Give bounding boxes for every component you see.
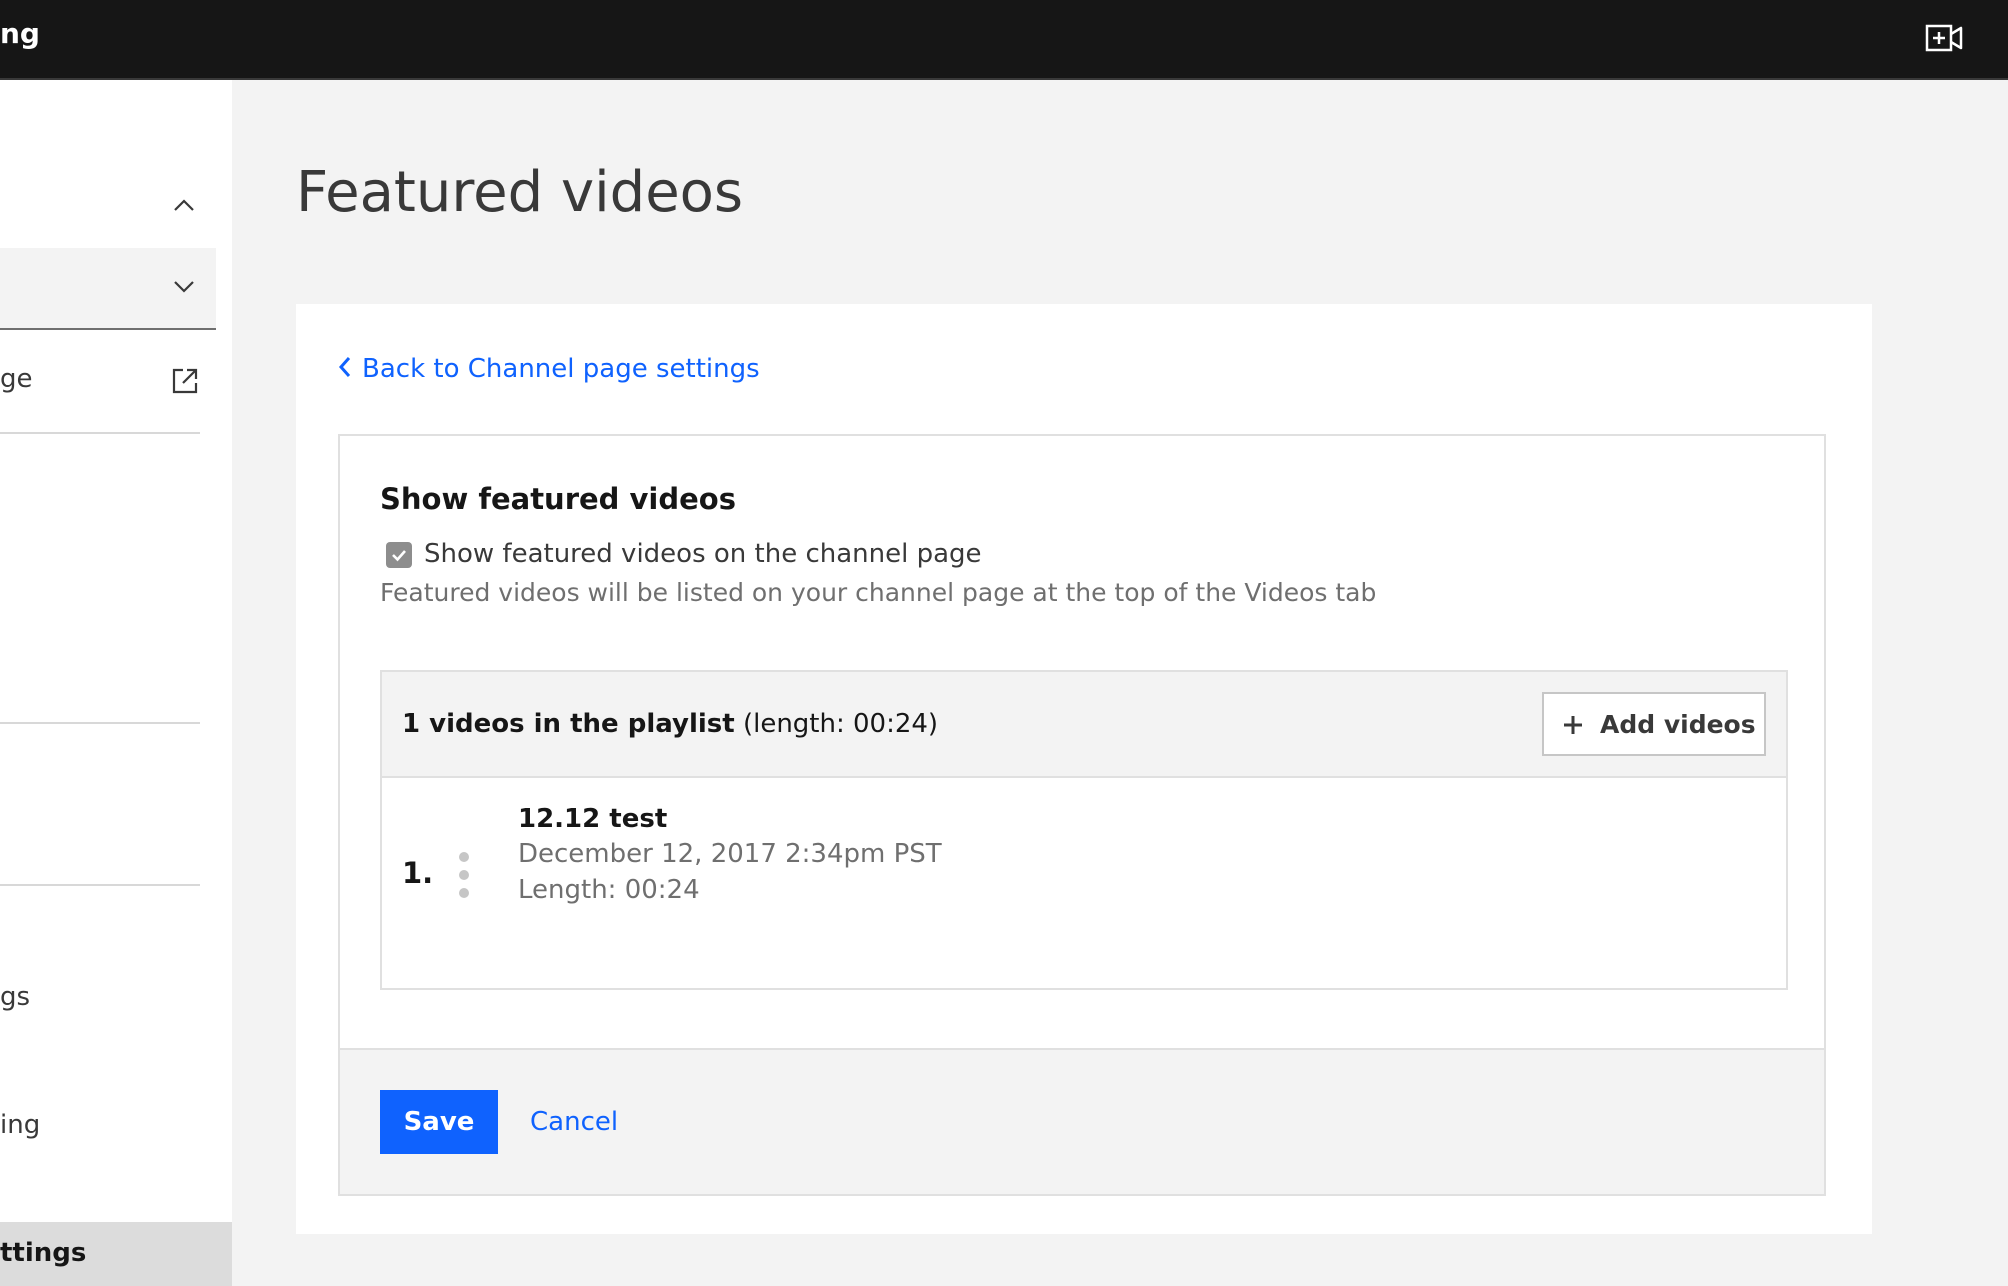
video-date: December 12, 2017 2:34pm PST (518, 839, 942, 869)
add-videos-button[interactable]: Add videos (1542, 692, 1766, 756)
panel-footer: Save Cancel (340, 1048, 1824, 1194)
app-title: ng (0, 17, 40, 50)
back-link[interactable]: Back to Channel page settings (336, 352, 760, 386)
video-add-icon[interactable] (1924, 18, 1964, 58)
playlist-length: (length: 00:24) (742, 709, 939, 739)
checkbox-label[interactable]: Show featured videos on the channel page (424, 536, 982, 572)
sidebar-item-channel-page[interactable]: ge (0, 362, 33, 396)
playlist-header: 1 videos in the playlist (length: 00:24)… (382, 672, 1786, 778)
playlist-summary: 1 videos in the playlist (length: 00:24) (402, 706, 938, 742)
sidebar-divider (0, 432, 200, 434)
sidebar-item-active-label: ttings (0, 1238, 87, 1268)
video-title: 12.12 test (518, 804, 668, 834)
video-length: Length: 00:24 (518, 875, 700, 905)
sidebar-item-settings[interactable]: gs (0, 980, 30, 1014)
checkmark-icon (392, 550, 406, 562)
top-header-bar: ng (0, 0, 2008, 80)
list-item[interactable]: 1. 12.12 test December 12, 2017 2:34pm P… (382, 778, 1786, 988)
add-videos-label: Add videos (1600, 710, 1756, 739)
playlist: 1 videos in the playlist (length: 00:24)… (380, 670, 1788, 990)
sidebar-item-active[interactable]: ttings (0, 1222, 232, 1286)
save-button[interactable]: Save (380, 1090, 498, 1154)
chevron-up-icon[interactable] (170, 192, 198, 220)
content-card: Back to Channel page settings Show featu… (296, 304, 1872, 1234)
sidebar-divider (0, 722, 200, 724)
launch-icon[interactable] (170, 366, 200, 396)
video-index: 1. (402, 856, 434, 890)
page-title: Featured videos (296, 160, 744, 225)
playlist-count: 1 videos in the playlist (402, 709, 735, 739)
chevron-down-icon[interactable] (170, 272, 198, 300)
show-featured-checkbox[interactable] (386, 542, 412, 568)
helper-text: Featured videos will be listed on your c… (380, 578, 1377, 607)
sidebar-item-branding[interactable]: ing (0, 1108, 40, 1142)
back-link-label: Back to Channel page settings (362, 354, 760, 384)
section-heading: Show featured videos (380, 482, 736, 516)
cancel-button[interactable]: Cancel (518, 1090, 630, 1154)
sidebar-divider (0, 884, 200, 886)
chevron-left-icon (338, 357, 351, 377)
sidebar: ge gs ing (0, 80, 232, 1286)
featured-videos-panel: Show featured videos Show featured video… (338, 434, 1826, 1196)
drag-handle-icon[interactable] (458, 852, 470, 898)
plus-icon (1564, 716, 1582, 734)
